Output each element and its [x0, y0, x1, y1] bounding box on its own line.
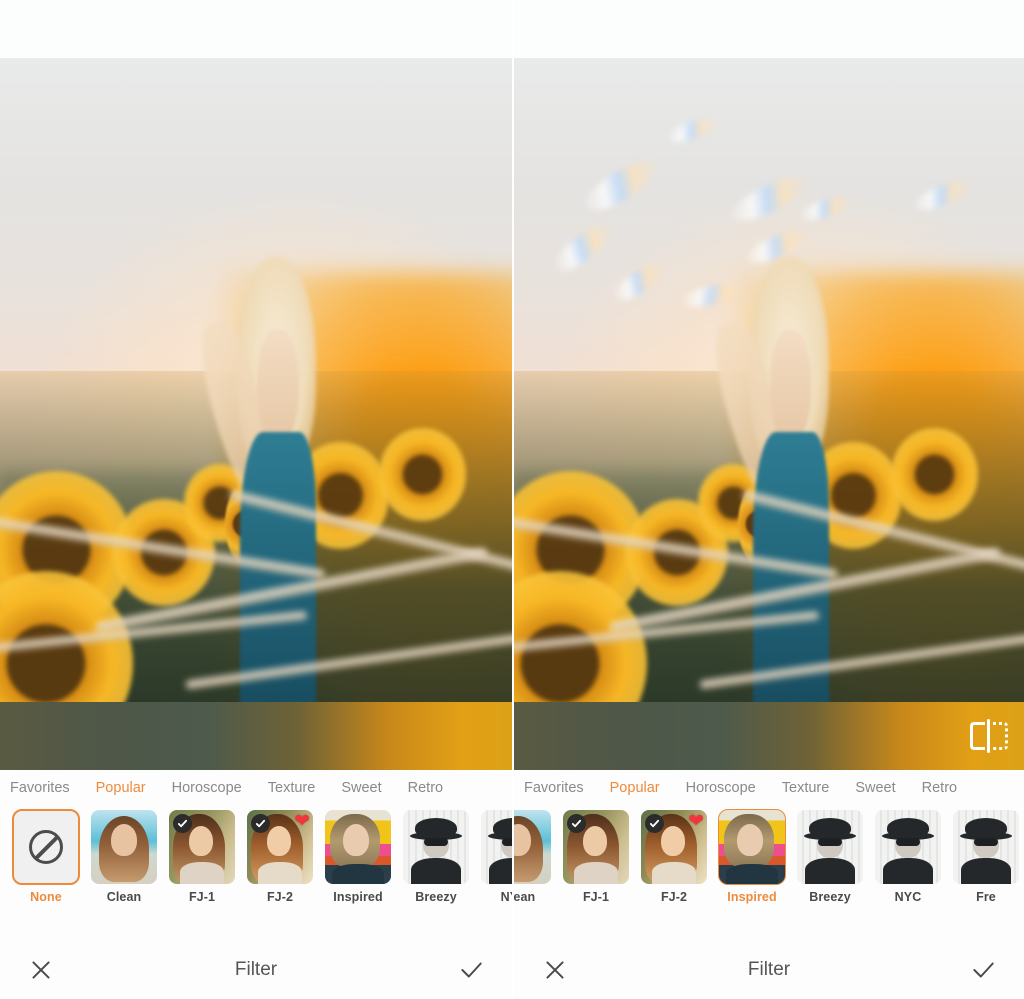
status-bar [514, 0, 1024, 58]
tab-horoscope[interactable]: Horoscope [686, 780, 756, 796]
face [256, 329, 299, 442]
filter-item-nyc[interactable]: NYC [874, 810, 942, 904]
face [769, 329, 812, 442]
tab-texture[interactable]: Texture [782, 780, 830, 796]
filter-thumbnail[interactable] [12, 809, 80, 885]
photo-bottom-gradient [514, 702, 1024, 770]
filter-thumbnail[interactable] [797, 810, 863, 884]
favorite-heart-icon[interactable]: ❤ [688, 812, 704, 831]
tab-retro[interactable]: Retro [408, 780, 443, 796]
filter-label: Breezy [809, 890, 851, 904]
filter-category-tabs[interactable]: Favorites Popular Horoscope Texture Swee… [514, 770, 1024, 806]
applied-check-icon [567, 814, 586, 833]
filter-label: Inspired [333, 890, 383, 904]
filter-label: FJ-1 [582, 890, 610, 904]
filter-label: FJ-2 [266, 890, 294, 904]
filter-item-nyc[interactable]: NYC [480, 810, 512, 904]
filter-thumbnail[interactable] [718, 809, 786, 885]
filter-item-none[interactable]: None [12, 809, 80, 904]
sunflower [891, 428, 979, 521]
filter-label: Inspired [727, 890, 777, 904]
filter-thumbnail[interactable] [91, 810, 157, 884]
filter-item-inspired[interactable]: Inspired [324, 810, 392, 904]
filter-item-fj-1[interactable]: FJ-1 [168, 810, 236, 904]
favorite-heart-icon[interactable]: ❤ [294, 812, 310, 831]
tab-popular[interactable]: Popular [96, 780, 146, 796]
filter-item-breezy[interactable]: Breezy [796, 810, 864, 904]
subject-figure [700, 257, 850, 770]
applied-check-icon [173, 814, 192, 833]
tool-title: Filter [747, 959, 791, 980]
before-panel: Favorites Popular Horoscope Texture Swee… [0, 0, 512, 999]
filter-item-fj-1[interactable]: FJ-1 [562, 810, 630, 904]
no-filter-icon [29, 830, 63, 864]
cancel-button[interactable] [26, 955, 56, 985]
filter-item-clean[interactable]: Clean [90, 810, 158, 904]
filter-label: None [30, 890, 62, 904]
photo-bottom-gradient [0, 702, 512, 770]
filter-label: Clean [513, 890, 536, 904]
filter-item-breezy[interactable]: Breezy [402, 810, 470, 904]
filter-thumbnail-list[interactable]: None Clean FJ-1 ❤ FJ-2 Inspired Breezy N [0, 806, 512, 918]
action-bar: Filter [514, 941, 1024, 999]
photo-preview-after[interactable] [514, 58, 1024, 770]
status-bar [0, 0, 512, 58]
tab-favorites[interactable]: Favorites [10, 780, 70, 796]
filter-thumbnail[interactable] [875, 810, 941, 884]
tab-favorites[interactable]: Favorites [524, 780, 584, 796]
tab-sweet[interactable]: Sweet [341, 780, 381, 796]
filter-category-tabs[interactable]: Favorites Popular Horoscope Texture Swee… [0, 770, 512, 806]
filter-thumbnail[interactable] [563, 810, 629, 884]
applied-check-icon [251, 814, 270, 833]
tool-title: Filter [234, 959, 278, 980]
filter-thumbnail[interactable] [169, 810, 235, 884]
filter-label: FJ-1 [188, 890, 216, 904]
filter-item-fresh[interactable]: Fre [952, 810, 1020, 904]
filter-item-clean[interactable]: Clean [513, 810, 552, 904]
filter-label: Clean [106, 890, 142, 904]
sunflower [378, 428, 466, 521]
filter-thumbnail[interactable] [403, 810, 469, 884]
split-compare-icon[interactable] [970, 719, 1008, 753]
filter-thumbnail[interactable]: ❤ [247, 810, 313, 884]
action-bar: Filter [0, 941, 512, 999]
after-panel: Favorites Popular Horoscope Texture Swee… [512, 0, 1024, 999]
tab-sweet[interactable]: Sweet [855, 780, 895, 796]
tab-popular[interactable]: Popular [610, 780, 660, 796]
tab-texture[interactable]: Texture [268, 780, 316, 796]
subject-figure [187, 257, 338, 770]
cancel-button[interactable] [540, 955, 570, 985]
filter-label: Breezy [415, 890, 457, 904]
filter-label: NYC [500, 890, 512, 904]
filter-thumbnail[interactable] [481, 810, 512, 884]
filter-item-inspired[interactable]: Inspired [718, 809, 786, 904]
tab-retro[interactable]: Retro [922, 780, 957, 796]
filter-comparison-screenshot: Favorites Popular Horoscope Texture Swee… [0, 0, 1024, 999]
confirm-button[interactable] [456, 955, 486, 985]
tab-horoscope[interactable]: Horoscope [172, 780, 242, 796]
filter-item-fj-2[interactable]: ❤ FJ-2 [640, 810, 708, 904]
filter-label: Fre [976, 890, 996, 904]
filter-thumbnail[interactable] [514, 810, 551, 884]
applied-check-icon [645, 814, 664, 833]
filter-thumbnail[interactable]: ❤ [641, 810, 707, 884]
filter-label: NYC [894, 890, 922, 904]
filter-label: FJ-2 [660, 890, 688, 904]
filter-item-fj-2[interactable]: ❤ FJ-2 [246, 810, 314, 904]
photo-preview-before[interactable] [0, 58, 512, 770]
filter-thumbnail-list[interactable]: Clean FJ-1 [513, 806, 1024, 918]
filter-panel: Favorites Popular Horoscope Texture Swee… [514, 770, 1024, 999]
confirm-button[interactable] [968, 955, 998, 985]
filter-thumbnail[interactable] [953, 810, 1019, 884]
filter-panel: Favorites Popular Horoscope Texture Swee… [0, 770, 512, 999]
filter-thumbnail[interactable] [325, 810, 391, 884]
